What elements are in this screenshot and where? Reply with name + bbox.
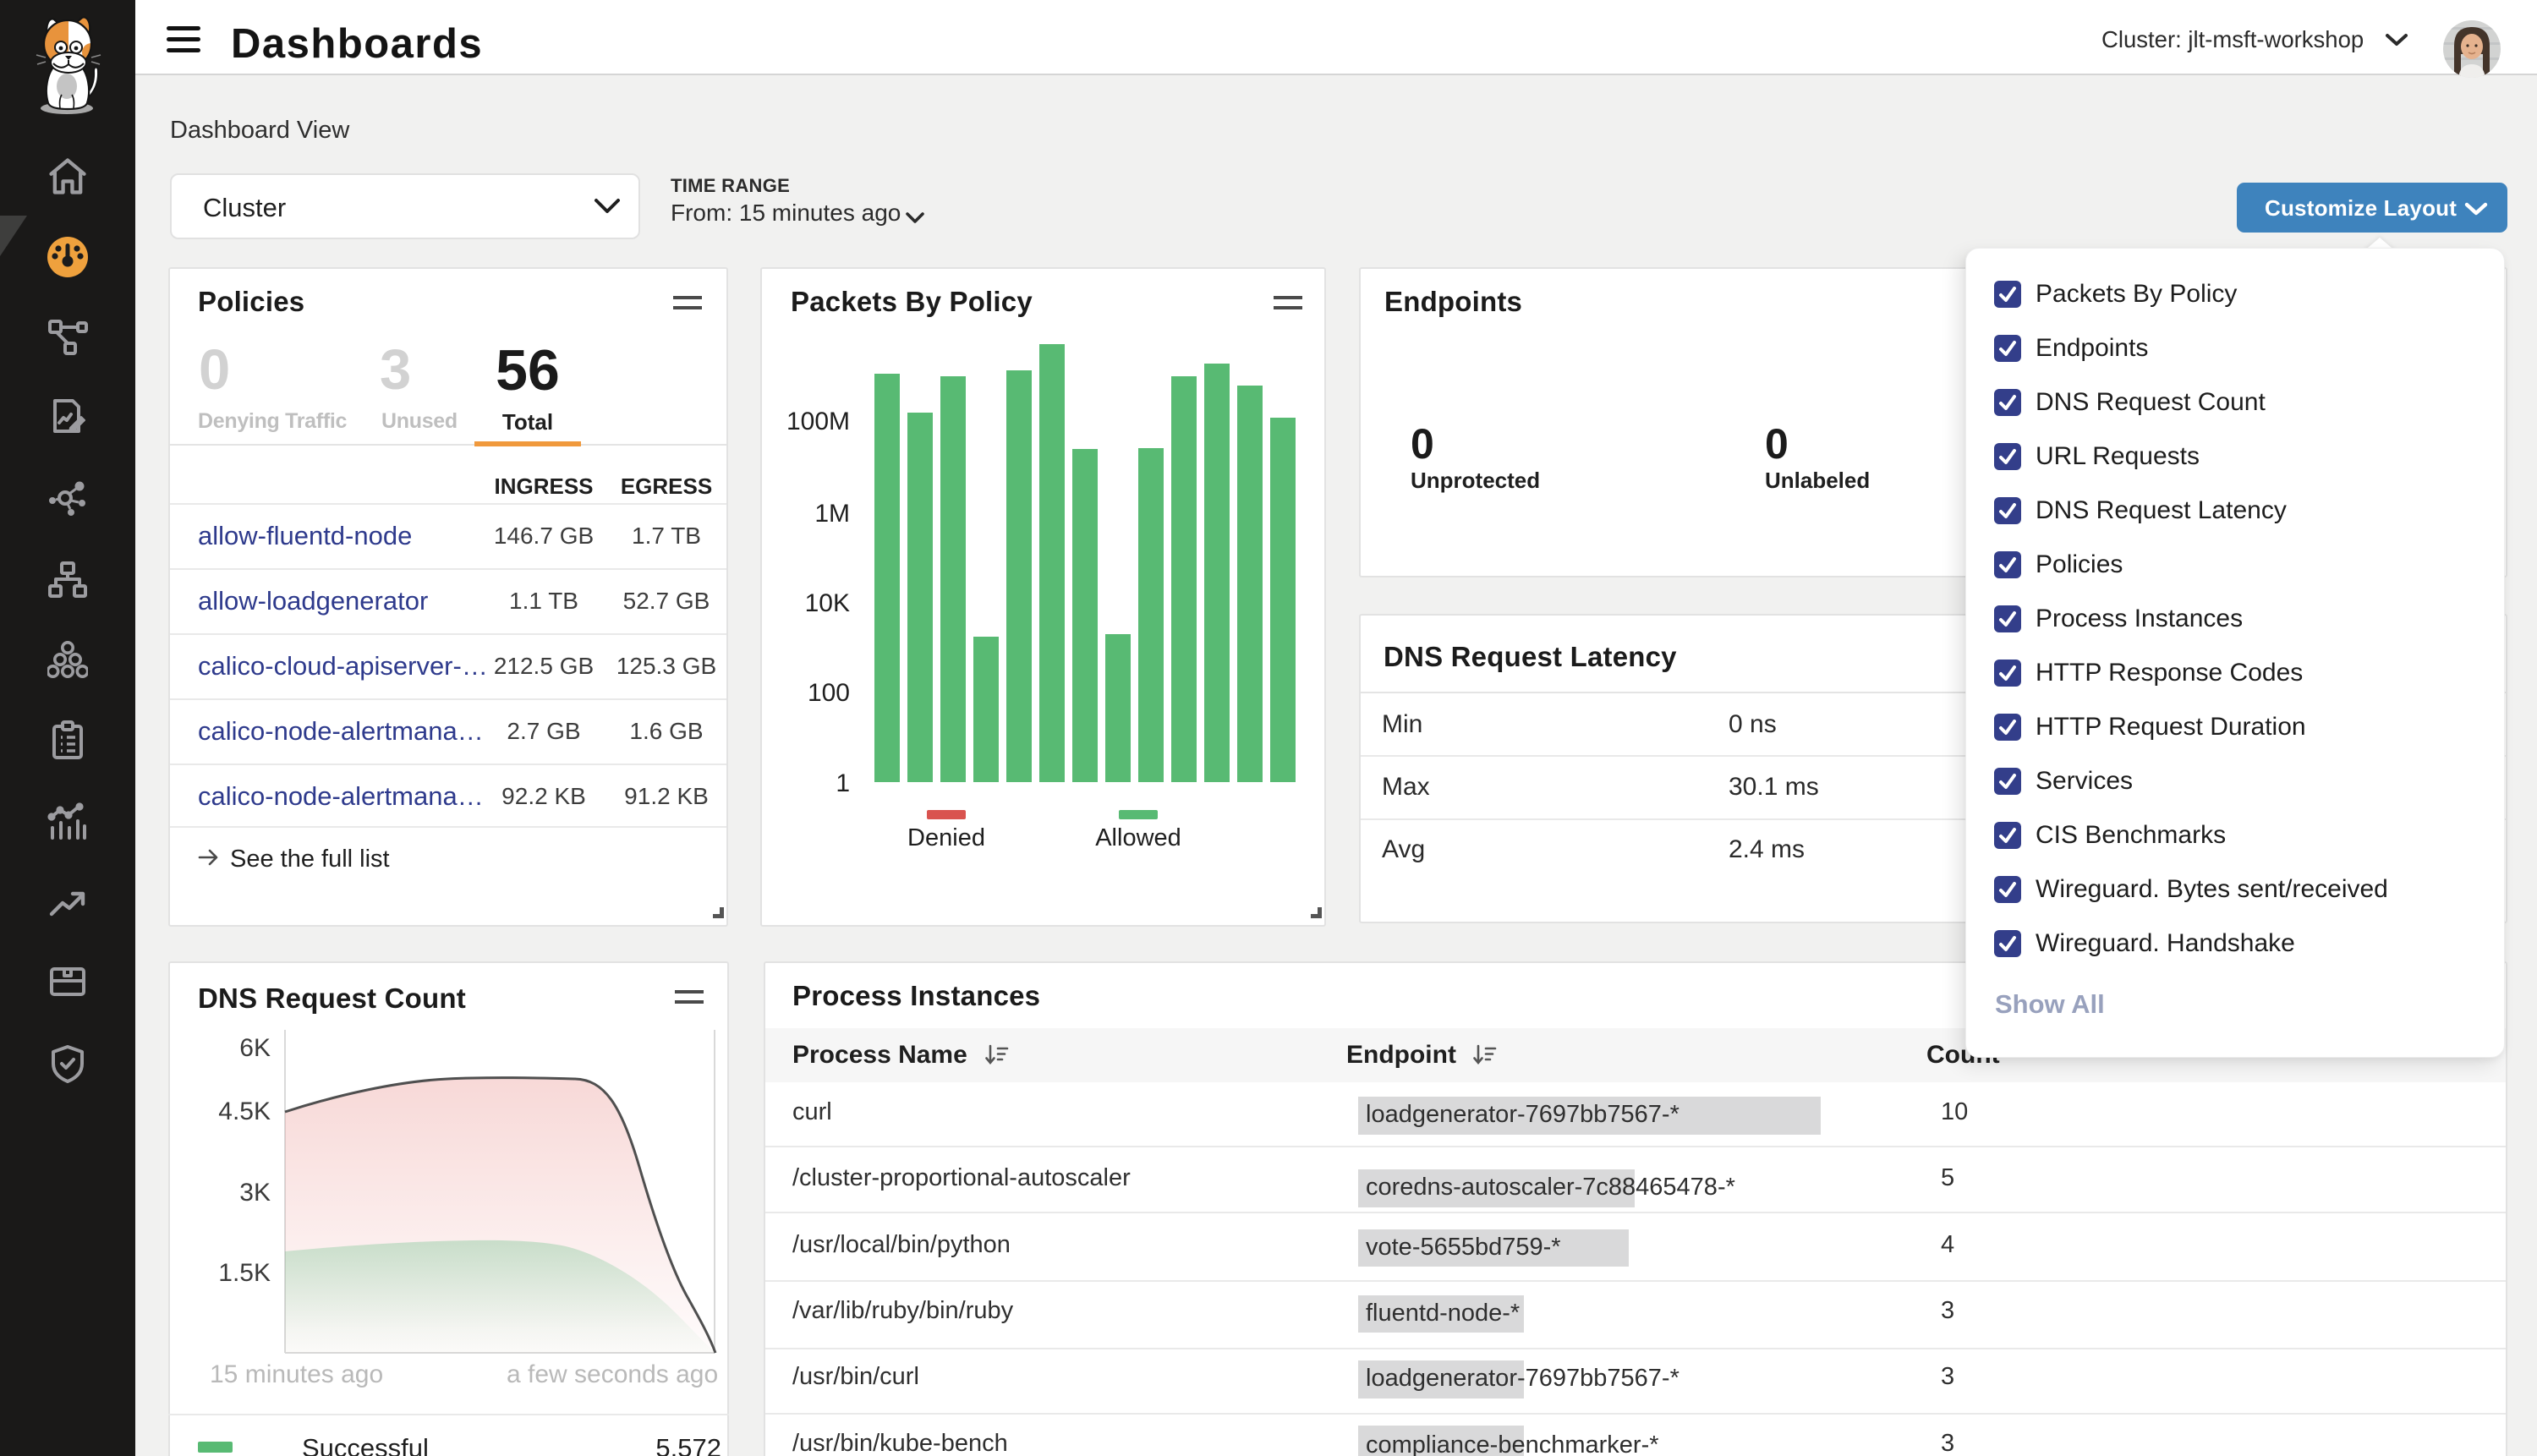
svg-text:Denied: Denied — [907, 824, 985, 851]
svg-text:15 minutes ago: 15 minutes ago — [210, 1360, 383, 1388]
svg-text:100: 100 — [808, 679, 850, 707]
svg-text:4.5K: 4.5K — [218, 1097, 271, 1125]
svg-text:100M: 100M — [786, 408, 850, 435]
svg-text:Successful: Successful — [302, 1433, 429, 1456]
svg-text:1.5K: 1.5K — [218, 1259, 271, 1287]
svg-text:Allowed: Allowed — [1095, 824, 1181, 851]
svg-text:10K: 10K — [805, 589, 850, 617]
svg-text:a few seconds ago: a few seconds ago — [507, 1360, 718, 1388]
svg-text:3K: 3K — [239, 1179, 271, 1207]
svg-text:5,572: 5,572 — [655, 1433, 721, 1456]
svg-text:1M: 1M — [814, 500, 850, 528]
svg-text:1: 1 — [836, 769, 850, 797]
svg-text:6K: 6K — [239, 1034, 271, 1062]
